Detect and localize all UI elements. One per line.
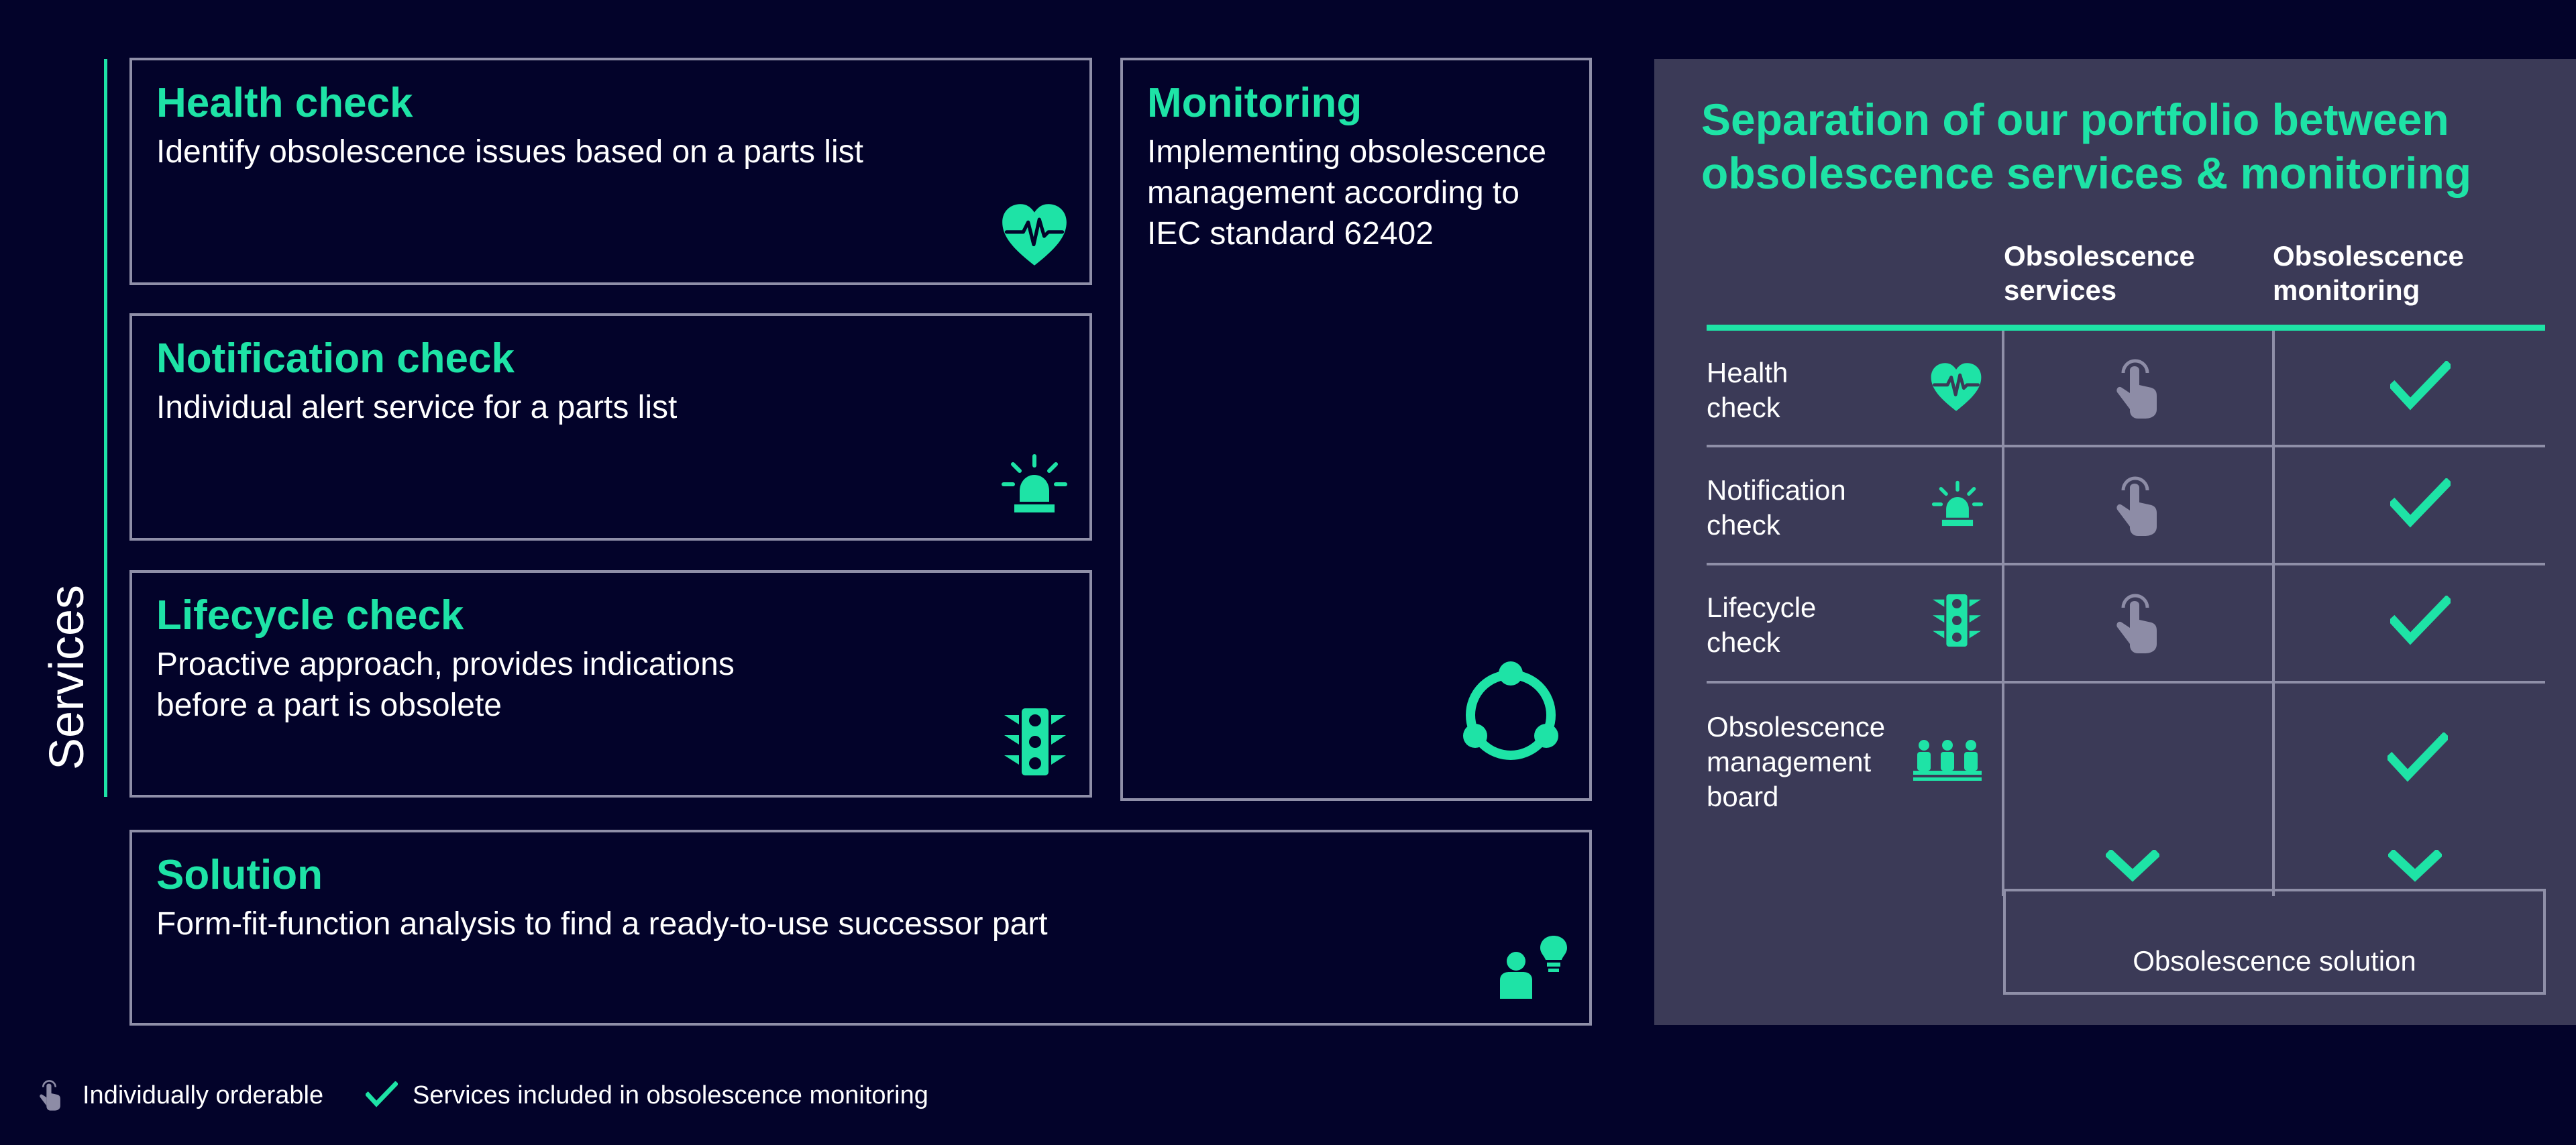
row-divider-1 (1707, 445, 2545, 447)
row-label-board-line2: management (1707, 746, 1872, 777)
alarm-light-icon (1002, 454, 1067, 512)
column-header-monitoring-line2: monitoring (2273, 274, 2420, 306)
row-label-health-check: Health check (1707, 356, 1788, 425)
person-idea-icon (1500, 936, 1567, 999)
legend-services-included: Services included in obsolescence monito… (413, 1081, 928, 1109)
solution-card[interactable]: Solution Form-fit-function analysis to f… (129, 830, 1592, 1026)
notification-check-description: Individual alert service for a parts lis… (156, 390, 678, 425)
hand-pointer-icon (40, 1080, 60, 1111)
column-header-services-line2: services (2004, 274, 2117, 306)
monitoring-desc-line2: management according to (1147, 175, 1519, 211)
chevron-down-icon (2388, 850, 2442, 882)
row-label-notification-line2: check (1707, 509, 1780, 541)
lifecycle-check-description: Proactive approach, provides indications… (156, 644, 735, 726)
solution-title: Solution (156, 852, 323, 898)
hand-pointer-icon (2116, 359, 2157, 419)
column-header-monitoring: Obsolescence monitoring (2273, 239, 2464, 307)
heart-pulse-icon (1002, 204, 1067, 266)
row-label-notification-line1: Notification (1707, 474, 1846, 506)
monitoring-desc-line1: Implementing obsolescence (1147, 134, 1547, 170)
services-rail (104, 59, 107, 797)
lifecycle-check-card[interactable]: Lifecycle check Proactive approach, prov… (129, 570, 1092, 798)
column-header-services-line1: Obsolescence (2004, 240, 2195, 272)
row-divider-3 (1707, 681, 2545, 684)
obsolescence-solution-box[interactable]: Obsolescence solution (2003, 889, 2546, 995)
legend-individually-orderable: Individually orderable (83, 1081, 324, 1109)
row-label-health-line2: check (1707, 392, 1780, 423)
chevron-down-icon (2106, 850, 2159, 882)
row-label-management-board: Obsolescence management board (1707, 710, 1885, 814)
solution-description: Form-fit-function analysis to find a rea… (156, 906, 1048, 942)
cycle-icon (1463, 661, 1558, 760)
row-label-health-line1: Health (1707, 357, 1788, 388)
panel-title-line2: obsolescence services & monitoring (1701, 148, 2472, 198)
panel-title-line1: Separation of our portfolio between (1701, 95, 2449, 144)
health-check-card[interactable]: Health check Identify obsolescence issue… (129, 58, 1092, 285)
monitoring-description: Implementing obsolescence management acc… (1147, 131, 1546, 254)
column-header-monitoring-line1: Obsolescence (2273, 240, 2464, 272)
checkmark-icon (366, 1081, 398, 1107)
traffic-light-icon (1004, 708, 1066, 775)
column-divider-1 (2002, 331, 2004, 896)
row-label-lifecycle-line1: Lifecycle (1707, 592, 1817, 623)
checkmark-icon (2390, 478, 2451, 528)
header-rule (1707, 325, 2545, 331)
hand-pointer-icon (2116, 594, 2157, 653)
health-check-description: Identify obsolescence issues based on a … (156, 134, 863, 170)
row-label-lifecycle-check: Lifecycle check (1707, 590, 1816, 660)
lifecycle-desc-line1: Proactive approach, provides indications (156, 647, 735, 682)
obsolescence-solution-label: Obsolescence solution (2133, 945, 2416, 977)
monitoring-desc-line3: IEC standard 62402 (1147, 216, 1434, 252)
row-label-notification-check: Notification check (1707, 473, 1846, 543)
lifecycle-check-title: Lifecycle check (156, 592, 464, 639)
services-label: Services (40, 584, 94, 771)
lifecycle-desc-line2: before a part is obsolete (156, 688, 502, 723)
heart-pulse-icon (1931, 363, 1982, 411)
notification-check-title: Notification check (156, 335, 515, 382)
checkmark-icon (2390, 361, 2451, 411)
panel-title: Separation of our portfolio between obso… (1701, 93, 2471, 200)
health-check-title: Health check (156, 80, 413, 126)
row-label-board-line3: board (1707, 781, 1779, 812)
row-label-board-line1: Obsolescence (1707, 711, 1886, 743)
column-header-services: Obsolescence services (2004, 239, 2195, 307)
checkmark-icon (2390, 596, 2451, 645)
traffic-light-icon (1933, 594, 1981, 647)
row-label-lifecycle-line2: check (1707, 626, 1780, 658)
notification-check-card[interactable]: Notification check Individual alert serv… (129, 313, 1092, 541)
monitoring-title: Monitoring (1147, 80, 1362, 126)
hand-pointer-icon (2116, 476, 2157, 536)
column-divider-2 (2272, 331, 2275, 896)
portfolio-separation-panel: Separation of our portfolio between obso… (1654, 59, 2576, 1025)
checkmark-icon (2387, 732, 2448, 782)
alarm-light-icon (1931, 480, 1984, 527)
row-divider-2 (1707, 563, 2545, 565)
monitoring-card[interactable]: Monitoring Implementing obsolescence man… (1120, 58, 1592, 801)
board-people-icon (1913, 740, 1982, 781)
